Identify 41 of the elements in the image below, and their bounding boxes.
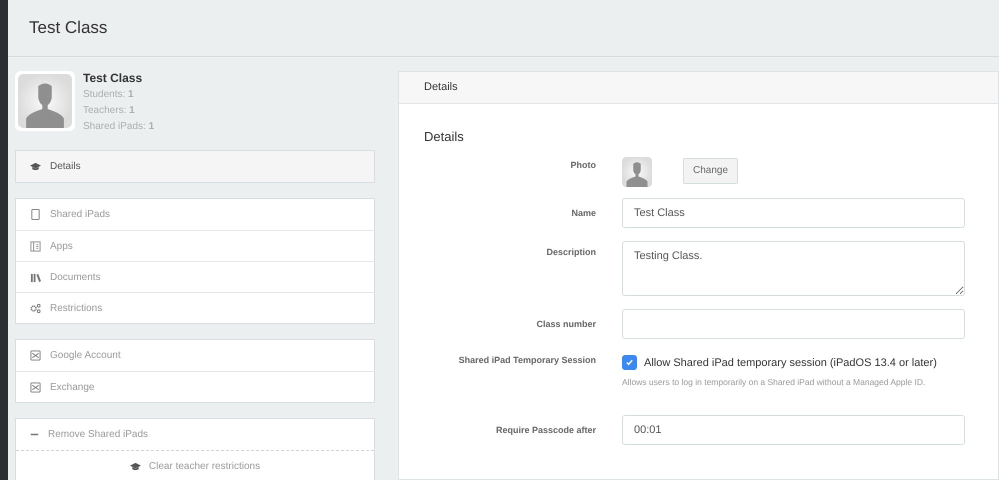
checkbox-label: Allow Shared iPad temporary session (iPadOS 13.4 or later) bbox=[644, 356, 937, 370]
field-label: Shared iPad Temporary Session bbox=[458, 354, 596, 367]
nav-item[interactable]: Shared iPads bbox=[16, 199, 374, 230]
remove-shared-ipads-button[interactable]: Remove Shared iPads bbox=[16, 419, 374, 450]
nav-item[interactable]: Details bbox=[16, 151, 374, 182]
field-label: Class number bbox=[535, 318, 596, 330]
photo-thumbnail-icon bbox=[622, 156, 652, 186]
help-text: Allows users to log in temporarily on a Shared iPad without a Managed Apple ID. bbox=[622, 376, 926, 389]
nav-item[interactable]: Google Account bbox=[16, 340, 374, 371]
field-label: Require Passcode after bbox=[494, 424, 596, 437]
graduation-cap-icon bbox=[30, 161, 41, 172]
envelope-icon bbox=[30, 350, 41, 361]
text-field[interactable] bbox=[622, 308, 965, 338]
graduation-cap-icon bbox=[130, 460, 141, 472]
check-icon bbox=[625, 358, 634, 368]
page-title: Test Class bbox=[29, 17, 108, 40]
checkbox[interactable] bbox=[622, 355, 637, 370]
avatar-icon bbox=[15, 71, 75, 131]
field-label: Name bbox=[570, 206, 596, 220]
nav-item[interactable]: Apps bbox=[16, 230, 374, 261]
envelope-icon bbox=[30, 382, 41, 392]
grid-icon bbox=[30, 240, 41, 252]
nav-item[interactable]: Exchange bbox=[16, 371, 374, 402]
change-button[interactable]: Change bbox=[683, 158, 738, 184]
description-field[interactable]: Testing Class. bbox=[622, 240, 965, 296]
section-title: Details bbox=[424, 128, 465, 146]
nav-item[interactable]: Documents bbox=[16, 261, 374, 292]
nav-item[interactable]: Restrictions bbox=[16, 292, 374, 323]
gears-icon bbox=[30, 302, 41, 314]
tablet-icon bbox=[30, 209, 41, 220]
class-stat: Shared iPads: 1 bbox=[83, 120, 154, 134]
clear-restrictions-button[interactable]: Clear teacher restrictions bbox=[16, 450, 374, 480]
class-name: Test Class bbox=[83, 70, 144, 87]
field-label: Description bbox=[545, 246, 596, 259]
panel-header: Details bbox=[399, 72, 998, 104]
field-label: Photo bbox=[570, 158, 596, 172]
class-stat: Teachers: 1 bbox=[83, 104, 136, 118]
books-icon bbox=[30, 272, 41, 282]
text-field[interactable]: 00:01 bbox=[622, 414, 965, 445]
text-field[interactable]: Test Class bbox=[622, 198, 965, 228]
class-stat: Students: 1 bbox=[83, 88, 135, 102]
